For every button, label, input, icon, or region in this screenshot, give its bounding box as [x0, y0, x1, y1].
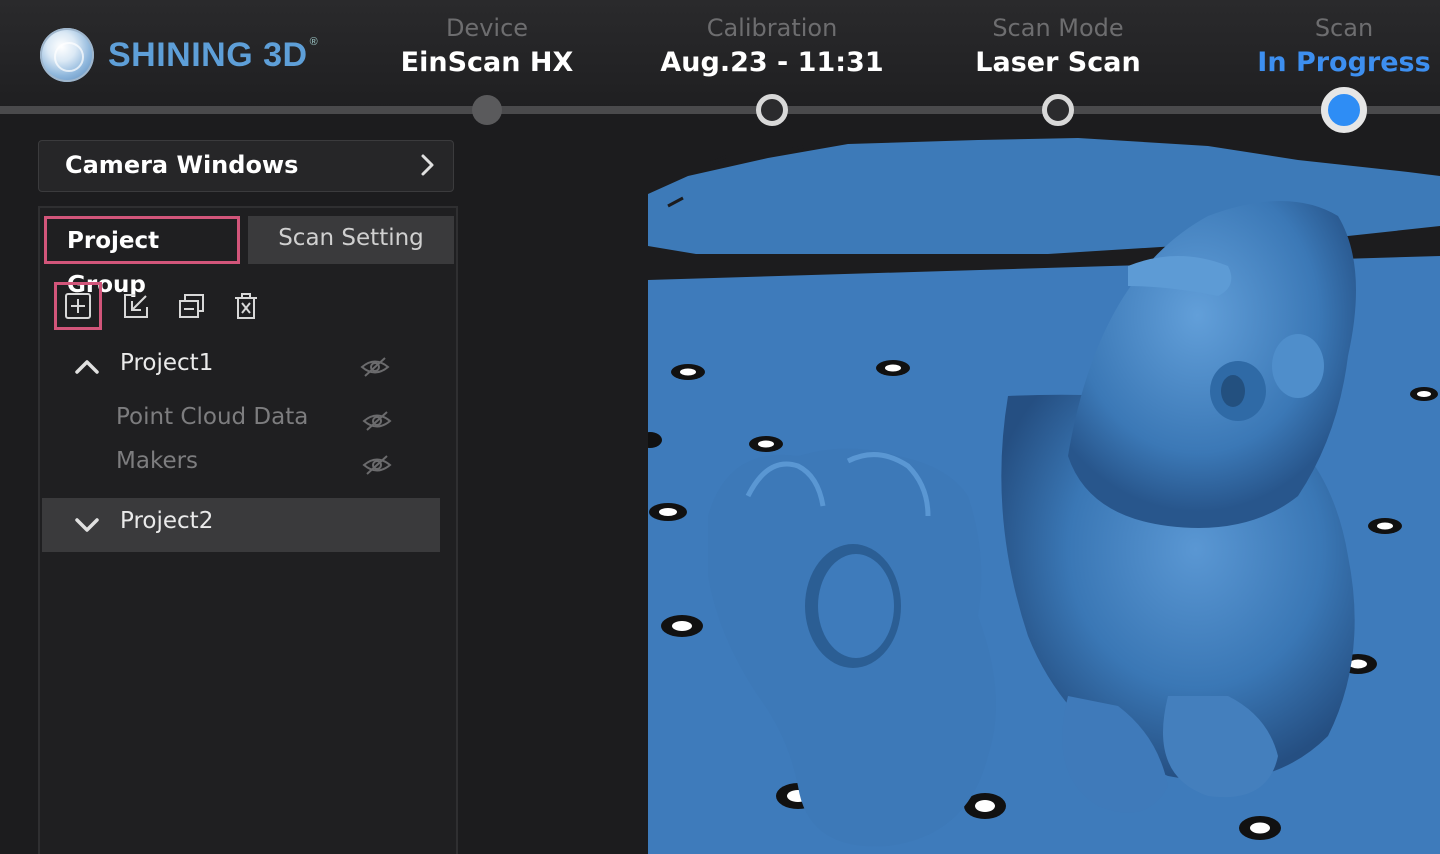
step-calibration-value: Aug.23 - 11:31 — [660, 47, 884, 78]
step-device[interactable]: Device EinScan HX — [357, 12, 617, 82]
delete-button[interactable] — [224, 284, 268, 328]
duplicate-icon — [179, 294, 204, 318]
eye-hidden-icon[interactable] — [360, 356, 390, 378]
step-scan-mode-value: Laser Scan — [975, 47, 1141, 78]
tree-item-label: Project1 — [120, 350, 214, 376]
step-device-caption: Device — [445, 14, 529, 42]
step-device-value: EinScan HX — [400, 47, 574, 78]
chevron-up-icon[interactable] — [74, 356, 100, 378]
import-icon — [124, 294, 148, 318]
step-calibration[interactable]: Calibration Aug.23 - 11:31 — [642, 12, 902, 82]
camera-windows-label: Camera Windows — [65, 151, 299, 179]
scan-viewport[interactable] — [648, 136, 1440, 854]
delete-icon — [235, 293, 257, 319]
progress-node-calibration[interactable] — [756, 94, 788, 126]
camera-windows-button[interactable]: Camera Windows — [38, 140, 454, 192]
top-header: SHINING 3D ® Device EinScan HX Calibratio… — [0, 0, 1440, 108]
eye-hidden-icon[interactable] — [362, 410, 392, 432]
tree-item-label: Makers — [116, 448, 199, 474]
project-panel: Project Group Scan Setting Project1 Poin… — [38, 206, 458, 854]
registered-mark: ® — [309, 35, 319, 48]
step-scan-caption: Scan — [1314, 14, 1374, 42]
tree-item-project2[interactable]: Project2 — [42, 498, 440, 552]
scan-point-cloud-render — [648, 138, 1440, 854]
shining3d-logo-icon — [40, 28, 94, 82]
progress-track — [0, 106, 1440, 114]
chevron-down-icon[interactable] — [74, 514, 100, 536]
duplicate-button[interactable] — [169, 284, 213, 328]
brand-logo: SHINING 3D ® — [40, 28, 318, 82]
tab-scan-setting[interactable]: Scan Setting — [248, 216, 454, 264]
chevron-right-icon — [421, 154, 434, 176]
tree-item-makers[interactable]: Makers — [42, 438, 440, 492]
tab-project-group[interactable]: Project Group — [44, 216, 240, 298]
tree-item-label: Project2 — [120, 508, 214, 534]
progress-node-scan[interactable] — [1321, 87, 1367, 133]
tree-item-project1[interactable]: Project1 — [42, 340, 440, 394]
import-button[interactable] — [114, 284, 158, 328]
progress-node-scan-mode[interactable] — [1042, 94, 1074, 126]
step-calibration-caption: Calibration — [706, 14, 838, 42]
add-project-button[interactable] — [54, 282, 102, 330]
step-scan[interactable]: Scan In Progress — [1214, 12, 1440, 82]
step-scan-mode-caption: Scan Mode — [992, 14, 1124, 42]
progress-node-device[interactable] — [472, 95, 502, 125]
add-project-icon — [65, 293, 91, 319]
step-scan-mode[interactable]: Scan Mode Laser Scan — [928, 12, 1188, 82]
tree-item-label: Point Cloud Data — [116, 404, 309, 430]
brand-name: SHINING 3D — [108, 35, 308, 74]
eye-hidden-icon[interactable] — [362, 454, 392, 476]
step-scan-value: In Progress — [1257, 47, 1431, 78]
